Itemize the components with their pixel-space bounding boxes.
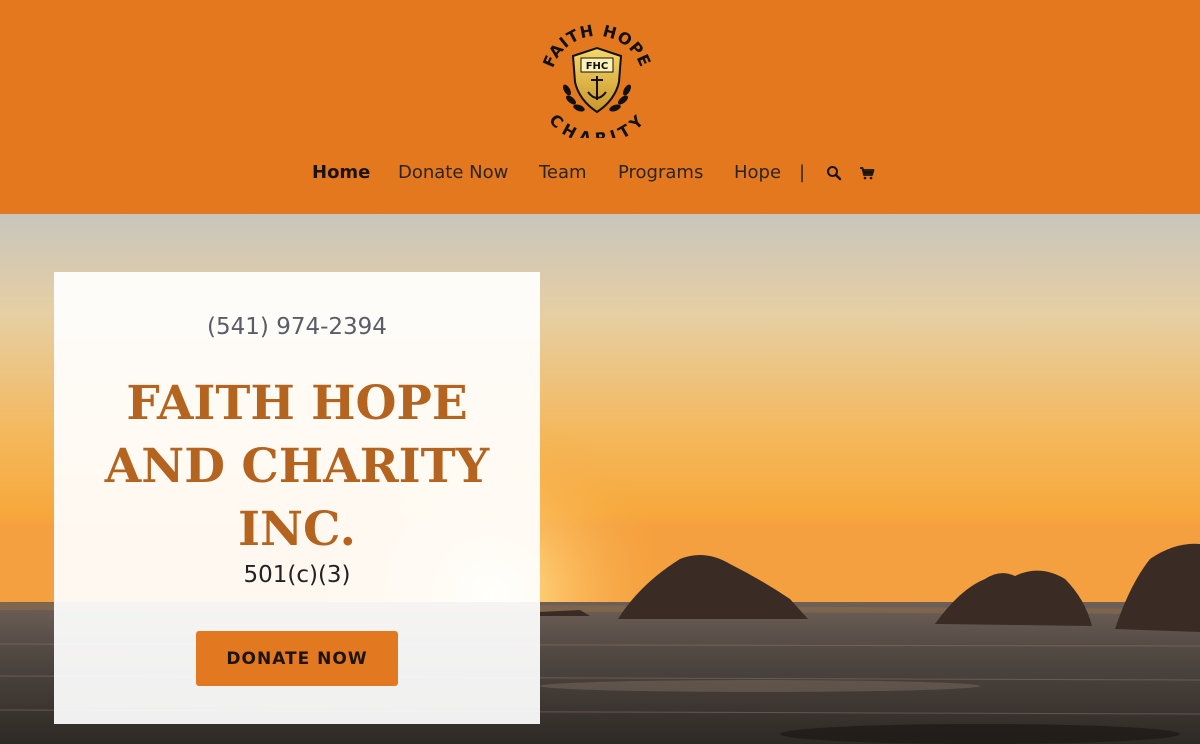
svg-text:CHARITY: CHARITY bbox=[545, 110, 648, 138]
search-icon[interactable] bbox=[826, 165, 842, 181]
cart-icon[interactable] bbox=[859, 165, 875, 181]
page-title: FAITH HOPE AND CHARITY INC. bbox=[54, 372, 540, 561]
nav-item-hope[interactable]: Hope bbox=[734, 158, 781, 188]
logo-bottom-text: CHARITY bbox=[545, 110, 646, 138]
title-line: AND CHARITY bbox=[104, 439, 490, 494]
donate-now-button[interactable]: DONATE NOW bbox=[196, 631, 398, 686]
site-header: FAITH HOPE CHARITY FHC Home Donate Now T… bbox=[0, 0, 1200, 214]
nav-item-donate-now[interactable]: Donate Now bbox=[398, 158, 508, 188]
nonprofit-status: 501(c)(3) bbox=[243, 562, 351, 588]
title-line: FAITH HOPE bbox=[126, 376, 468, 431]
phone-number[interactable]: (541) 974-2394 bbox=[54, 314, 540, 340]
logo-initials: FHC bbox=[586, 61, 609, 72]
nav-item-programs[interactable]: Programs bbox=[618, 158, 703, 188]
nav-item-team[interactable]: Team bbox=[539, 158, 587, 188]
main-nav: Home Donate Now Team Programs Hope | bbox=[0, 158, 1200, 188]
nav-item-home[interactable]: Home bbox=[312, 158, 370, 188]
nav-separator: | bbox=[799, 162, 806, 183]
title-line: INC. bbox=[238, 502, 356, 557]
hero-card: (541) 974-2394 FAITH HOPE AND CHARITY IN… bbox=[54, 272, 540, 724]
site-logo[interactable]: FAITH HOPE CHARITY FHC bbox=[537, 20, 657, 138]
